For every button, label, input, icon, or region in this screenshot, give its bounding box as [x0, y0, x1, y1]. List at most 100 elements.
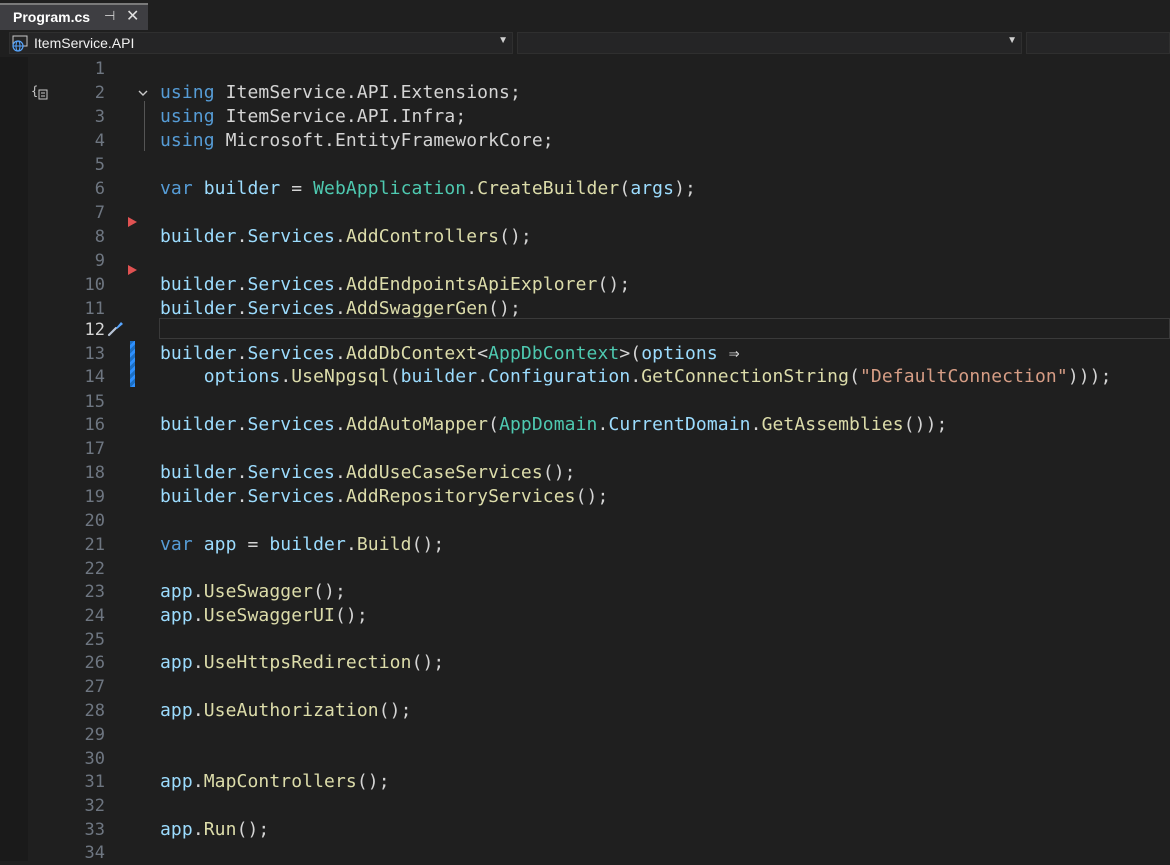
- chevron-down-icon[interactable]: ▼: [1007, 35, 1017, 46]
- code-token: ();: [575, 486, 609, 507]
- line-number: 7: [94, 203, 105, 223]
- code-line[interactable]: 33 app.Run();: [0, 818, 1170, 842]
- code-token: ();: [313, 581, 346, 602]
- code-line[interactable]: 18 builder.Services.AddUseCaseServices();: [0, 461, 1170, 485]
- tab-program-cs[interactable]: Program.cs ⊣ ✕: [0, 3, 148, 30]
- code-token: AddEndpointsApiExplorer: [345, 274, 598, 295]
- close-icon[interactable]: ✕: [126, 6, 139, 26]
- code-token: .: [335, 226, 346, 247]
- code-line[interactable]: 26 app.UseHttpsRedirection();: [0, 651, 1170, 675]
- code-line[interactable]: 21 var app = builder.Build();: [0, 533, 1170, 557]
- line-number: 22: [84, 559, 105, 579]
- code-line[interactable]: 16 builder.Services.AddAutoMapper(AppDoma…: [0, 413, 1170, 437]
- code-line[interactable]: 17: [0, 437, 1170, 461]
- code-token: AddUseCaseServices: [345, 462, 543, 483]
- pin-icon[interactable]: ⊣: [104, 8, 115, 24]
- code-line[interactable]: 8 builder.Services.AddControllers();: [0, 225, 1170, 249]
- line-number: 29: [84, 725, 105, 745]
- line-number: 8: [94, 227, 105, 247]
- code-token: ItemService.API.Extensions: [225, 82, 510, 103]
- code-text[interactable]: var app = builder.Build();: [160, 533, 444, 557]
- code-line[interactable]: 12: [0, 318, 1170, 342]
- code-line[interactable]: 22: [0, 557, 1170, 581]
- code-line[interactable]: 30: [0, 747, 1170, 771]
- code-token: builder: [160, 274, 237, 295]
- line-number: 3: [94, 107, 105, 127]
- code-line[interactable]: 24 app.UseSwaggerUI();: [0, 604, 1170, 628]
- code-line[interactable]: 31 app.MapControllers();: [0, 770, 1170, 794]
- line-number: 6: [94, 179, 105, 199]
- code-line[interactable]: 25: [0, 628, 1170, 652]
- code-token: .: [236, 298, 248, 319]
- code-token: ;: [542, 130, 554, 151]
- code-token: app: [160, 700, 193, 721]
- line-number: 26: [84, 653, 105, 673]
- code-line[interactable]: 4 using Microsoft.EntityFrameworkCore;: [0, 129, 1170, 153]
- code-line[interactable]: 1: [0, 57, 1170, 81]
- code-token: Services: [247, 343, 335, 364]
- line-number: 17: [84, 439, 105, 459]
- member-dropdown[interactable]: ▼: [517, 32, 1022, 54]
- code-token: app: [160, 605, 193, 626]
- scope-dropdown[interactable]: [1026, 32, 1170, 54]
- code-text[interactable]: builder.Services.AddControllers();: [160, 225, 532, 249]
- breakpoint-arrow-icon[interactable]: [128, 217, 137, 227]
- code-text[interactable]: app.UseSwaggerUI();: [160, 604, 368, 628]
- code-line[interactable]: 15: [0, 390, 1170, 414]
- code-line[interactable]: 14 options.UseNpgsql(builder.Configurati…: [0, 365, 1170, 389]
- code-text[interactable]: builder.Services.AddEndpointsApiExplorer…: [160, 273, 630, 297]
- breakpoint-arrow-icon[interactable]: [128, 265, 137, 275]
- code-token: builder: [160, 486, 237, 507]
- code-token: AppDomain: [499, 414, 598, 435]
- code-line[interactable]: 19 builder.Services.AddRepositoryServices…: [0, 485, 1170, 509]
- chevron-down-icon[interactable]: ▼: [498, 35, 508, 46]
- code-line[interactable]: 3 using ItemService.API.Infra;: [0, 105, 1170, 129]
- code-line[interactable]: 2 using ItemService.API.Extensions;: [0, 81, 1170, 105]
- code-token: AddAutoMapper: [345, 414, 489, 435]
- code-token: )));: [1067, 366, 1112, 387]
- code-line[interactable]: 23 app.UseSwagger();: [0, 580, 1170, 604]
- code-line[interactable]: 5: [0, 153, 1170, 177]
- code-text[interactable]: using ItemService.API.Infra;: [160, 105, 466, 129]
- code-token: args: [630, 178, 675, 199]
- code-text[interactable]: app.UseAuthorization();: [160, 699, 412, 723]
- code-text[interactable]: app.UseHttpsRedirection();: [160, 651, 444, 675]
- code-line[interactable]: 9: [0, 249, 1170, 273]
- code-line[interactable]: 6 var builder = WebApplication.CreateBuil…: [0, 177, 1170, 201]
- line-number: 18: [84, 463, 105, 483]
- chevron-down-icon[interactable]: [137, 87, 149, 99]
- code-text[interactable]: app.Run();: [160, 818, 269, 842]
- code-token: MapControllers: [203, 771, 357, 792]
- code-line[interactable]: 10 builder.Services.AddEndpointsApiExplor…: [0, 273, 1170, 297]
- code-line[interactable]: 7: [0, 201, 1170, 225]
- line-number: 31: [84, 772, 105, 792]
- code-line[interactable]: 34: [0, 841, 1170, 865]
- code-line[interactable]: 20: [0, 509, 1170, 533]
- code-text[interactable]: options.UseNpgsql(builder.Configuration.…: [160, 365, 1112, 389]
- code-line[interactable]: 32: [0, 794, 1170, 818]
- code-token: Configuration: [488, 366, 631, 387]
- code-token: Services: [247, 274, 335, 295]
- code-token: Services: [247, 298, 335, 319]
- code-line[interactable]: 27: [0, 675, 1170, 699]
- code-token: Build: [356, 534, 412, 555]
- code-token: =: [236, 534, 270, 555]
- code-token: Services: [247, 226, 335, 247]
- code-token: .: [750, 414, 762, 435]
- code-text[interactable]: app.UseSwagger();: [160, 580, 346, 604]
- code-text[interactable]: builder.Services.AddRepositoryServices()…: [160, 485, 608, 509]
- code-text[interactable]: app.MapControllers();: [160, 770, 390, 794]
- code-line[interactable]: 13 builder.Services.AddDbContext<AppDbCon…: [0, 342, 1170, 366]
- code-text[interactable]: builder.Services.AddDbContext<AppDbConte…: [160, 342, 740, 366]
- code-text[interactable]: builder.Services.AddUseCaseServices();: [160, 461, 576, 485]
- project-dropdown[interactable]: ItemService.API ▼: [9, 32, 513, 54]
- code-text[interactable]: builder.Services.AddAutoMapper(AppDomain…: [160, 413, 948, 437]
- code-text[interactable]: using ItemService.API.Extensions;: [160, 81, 521, 105]
- code-text[interactable]: var builder = WebApplication.CreateBuild…: [160, 177, 696, 201]
- code-line[interactable]: 29: [0, 723, 1170, 747]
- code-text[interactable]: using Microsoft.EntityFrameworkCore;: [160, 129, 554, 153]
- code-editor[interactable]: { 1 2 using ItemService.API.Extensions; 3 us…: [0, 57, 1170, 863]
- code-token: AddDbContext: [345, 343, 478, 364]
- code-line[interactable]: 28 app.UseAuthorization();: [0, 699, 1170, 723]
- code-token: (: [389, 366, 401, 387]
